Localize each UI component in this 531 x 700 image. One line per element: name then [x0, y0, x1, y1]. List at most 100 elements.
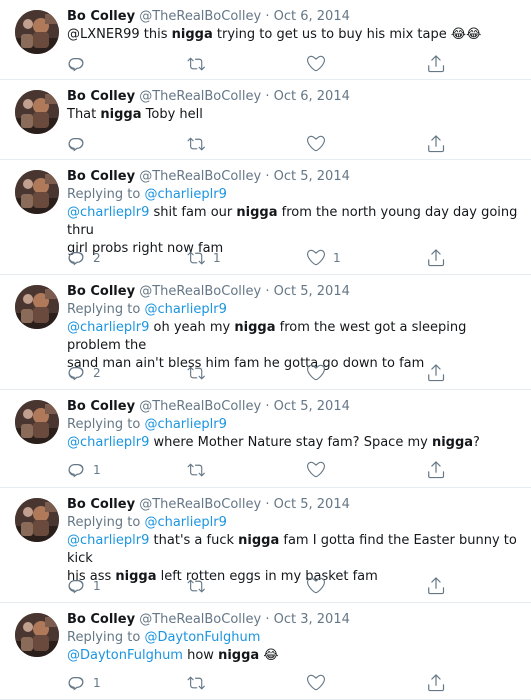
- tweet[interactable]: Bo Colley @TheRealBoColley · Oct 5, 2014…: [0, 160, 531, 275]
- avatar[interactable]: [15, 400, 59, 444]
- share-button[interactable]: [427, 54, 445, 74]
- like-button[interactable]: [307, 576, 333, 596]
- header-separator: ·: [265, 169, 270, 184]
- author-handle[interactable]: @TheRealBoColley: [139, 284, 261, 299]
- mention-link[interactable]: @DaytonFulghum: [67, 648, 183, 663]
- tweet-date[interactable]: Oct 6, 2014: [274, 89, 350, 104]
- replying-to: Replying to @charlieplr9: [67, 301, 523, 319]
- reply-button[interactable]: 1: [67, 460, 101, 480]
- replying-to-link[interactable]: @charlieplr9: [144, 515, 226, 530]
- tweet-text: @LXNER99 this nigga trying to get us to …: [67, 26, 523, 44]
- author-name[interactable]: Bo Colley: [67, 169, 135, 184]
- tweet[interactable]: Bo Colley @TheRealBoColley · Oct 6, 2014…: [0, 0, 531, 80]
- retweet-button[interactable]: [187, 576, 213, 596]
- tweet-date[interactable]: Oct 5, 2014: [274, 284, 350, 299]
- tweet[interactable]: Bo Colley @TheRealBoColley · Oct 5, 2014…: [0, 275, 531, 390]
- author-handle[interactable]: @TheRealBoColley: [139, 169, 261, 184]
- tweet[interactable]: Bo Colley @TheRealBoColley · Oct 5, 2014…: [0, 390, 531, 488]
- avatar[interactable]: [15, 613, 59, 657]
- mention-link[interactable]: @charlieplr9: [67, 205, 149, 220]
- author-handle[interactable]: @TheRealBoColley: [139, 497, 261, 512]
- replying-to-link[interactable]: @DaytonFulghum: [144, 630, 260, 645]
- reply-count: 2: [93, 251, 101, 265]
- tweet[interactable]: Bo Colley @TheRealBoColley · Oct 3, 2014…: [0, 603, 531, 700]
- like-button[interactable]: [307, 54, 333, 74]
- tweet[interactable]: Bo Colley @TheRealBoColley · Oct 5, 2014…: [0, 488, 531, 603]
- author-name[interactable]: Bo Colley: [67, 9, 135, 24]
- tears-of-joy-emoji-icon: 😂: [466, 27, 482, 42]
- retweet-button[interactable]: [187, 673, 213, 693]
- share-button[interactable]: [427, 673, 445, 693]
- replying-to-link[interactable]: @charlieplr9: [144, 417, 226, 432]
- tweet-body: Bo Colley @TheRealBoColley · Oct 6, 2014…: [67, 88, 523, 124]
- tweet[interactable]: Bo Colley @TheRealBoColley · Oct 6, 2014…: [0, 80, 531, 160]
- reply-button[interactable]: [67, 134, 93, 154]
- retweet-button[interactable]: [187, 54, 213, 74]
- share-button[interactable]: [427, 576, 445, 596]
- reply-button[interactable]: 2: [67, 363, 101, 383]
- retweet-button[interactable]: 1: [187, 248, 221, 268]
- tweet-header: Bo Colley @TheRealBoColley · Oct 6, 2014: [67, 88, 523, 106]
- author-name[interactable]: Bo Colley: [67, 497, 135, 512]
- tears-of-joy-emoji-icon: 😂: [450, 27, 467, 42]
- tweet-header: Bo Colley @TheRealBoColley · Oct 5, 2014: [67, 168, 523, 186]
- author-handle[interactable]: @TheRealBoColley: [139, 612, 261, 627]
- avatar[interactable]: [15, 285, 59, 329]
- reply-count: 1: [93, 676, 101, 690]
- like-button[interactable]: [307, 363, 333, 383]
- retweet-icon: [187, 676, 205, 690]
- mention-link[interactable]: @charlieplr9: [67, 533, 149, 548]
- avatar[interactable]: [15, 170, 59, 214]
- replying-to-link[interactable]: @charlieplr9: [144, 187, 226, 202]
- replying-to-link[interactable]: @charlieplr9: [144, 302, 226, 317]
- avatar[interactable]: [15, 10, 59, 54]
- reply-button[interactable]: [67, 54, 93, 74]
- tweet-actions: 1: [67, 576, 531, 596]
- author-name[interactable]: Bo Colley: [67, 284, 135, 299]
- share-button[interactable]: [427, 134, 445, 154]
- tweet-actions: 1: [67, 673, 531, 693]
- author-handle[interactable]: @TheRealBoColley: [139, 89, 261, 104]
- retweet-button[interactable]: [187, 363, 213, 383]
- retweet-button[interactable]: [187, 134, 213, 154]
- avatar-photo: [15, 170, 59, 214]
- text-bold: nigga: [431, 435, 474, 450]
- retweet-button[interactable]: [187, 460, 213, 480]
- like-button[interactable]: 1: [307, 248, 341, 268]
- share-button[interactable]: [427, 363, 445, 383]
- avatar-photo: [15, 400, 59, 444]
- author-name[interactable]: Bo Colley: [67, 399, 135, 414]
- avatar[interactable]: [15, 498, 59, 542]
- mention-link[interactable]: @charlieplr9: [67, 320, 149, 335]
- reply-count: 2: [93, 366, 101, 380]
- header-separator: ·: [265, 399, 270, 414]
- share-icon: [428, 364, 445, 382]
- share-button[interactable]: [427, 248, 445, 268]
- reply-button[interactable]: 1: [67, 576, 101, 596]
- tweet-date[interactable]: Oct 5, 2014: [274, 497, 350, 512]
- like-button[interactable]: [307, 134, 333, 154]
- tweet-date[interactable]: Oct 3, 2014: [274, 612, 350, 627]
- heart-icon: [307, 577, 325, 594]
- avatar-photo: [15, 613, 59, 657]
- tweet-date[interactable]: Oct 5, 2014: [274, 399, 350, 414]
- share-icon: [428, 577, 445, 595]
- avatar[interactable]: [15, 90, 59, 134]
- tweet-actions: [67, 134, 531, 154]
- reply-button[interactable]: 2: [67, 248, 101, 268]
- reply-button[interactable]: 1: [67, 673, 101, 693]
- author-handle[interactable]: @TheRealBoColley: [139, 399, 261, 414]
- like-count: 1: [333, 251, 341, 265]
- tweet-date[interactable]: Oct 6, 2014: [274, 9, 350, 24]
- author-name[interactable]: Bo Colley: [67, 89, 135, 104]
- tweet-date[interactable]: Oct 5, 2014: [274, 169, 350, 184]
- mention-link[interactable]: @charlieplr9: [67, 435, 149, 450]
- like-button[interactable]: [307, 673, 333, 693]
- tweet-header: Bo Colley @TheRealBoColley · Oct 3, 2014: [67, 611, 523, 629]
- like-button[interactable]: [307, 460, 333, 480]
- tweet-body: Bo Colley @TheRealBoColley · Oct 3, 2014…: [67, 611, 523, 665]
- share-button[interactable]: [427, 460, 445, 480]
- share-icon: [428, 55, 445, 73]
- author-handle[interactable]: @TheRealBoColley: [139, 9, 261, 24]
- author-name[interactable]: Bo Colley: [67, 612, 135, 627]
